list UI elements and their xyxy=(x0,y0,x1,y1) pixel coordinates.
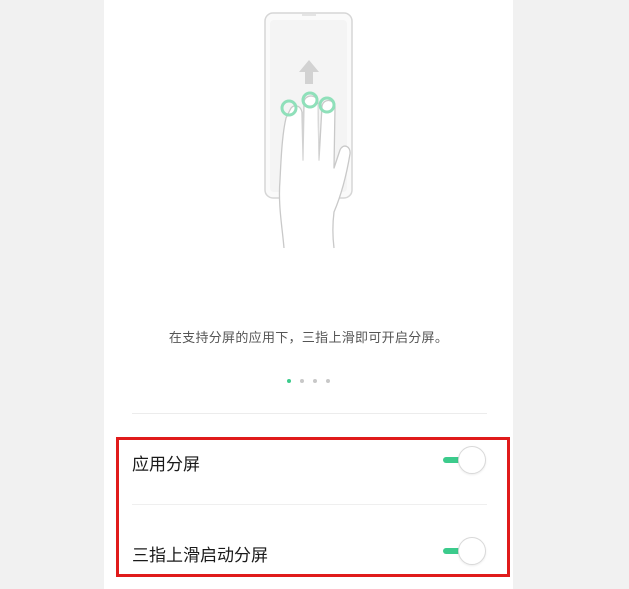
three-finger-swipe-illustration xyxy=(264,12,353,249)
settings-panel: 在支持分屏的应用下，三指上滑即可开启分屏。 应用分屏 三指上滑启动分屏 xyxy=(104,0,513,589)
setting-row-app-split-screen[interactable]: 应用分屏 xyxy=(132,440,487,480)
page-indicator xyxy=(104,379,513,383)
gesture-caption: 在支持分屏的应用下，三指上滑即可开启分屏。 xyxy=(168,331,449,346)
app-split-screen-toggle[interactable] xyxy=(441,446,487,474)
page-dot-3[interactable] xyxy=(313,379,317,383)
setting-label-three-finger-swipe: 三指上滑启动分屏 xyxy=(132,546,268,566)
setting-row-three-finger-swipe[interactable]: 三指上滑启动分屏 xyxy=(132,531,487,571)
toggle-knob xyxy=(458,446,486,474)
section-divider xyxy=(132,413,487,414)
toggle-knob xyxy=(458,537,486,565)
three-finger-swipe-toggle[interactable] xyxy=(441,537,487,565)
row-divider xyxy=(132,504,487,505)
page-dot-4[interactable] xyxy=(326,379,330,383)
page-dot-1[interactable] xyxy=(287,379,291,383)
setting-label-app-split-screen: 应用分屏 xyxy=(132,455,200,475)
page-dot-2[interactable] xyxy=(300,379,304,383)
